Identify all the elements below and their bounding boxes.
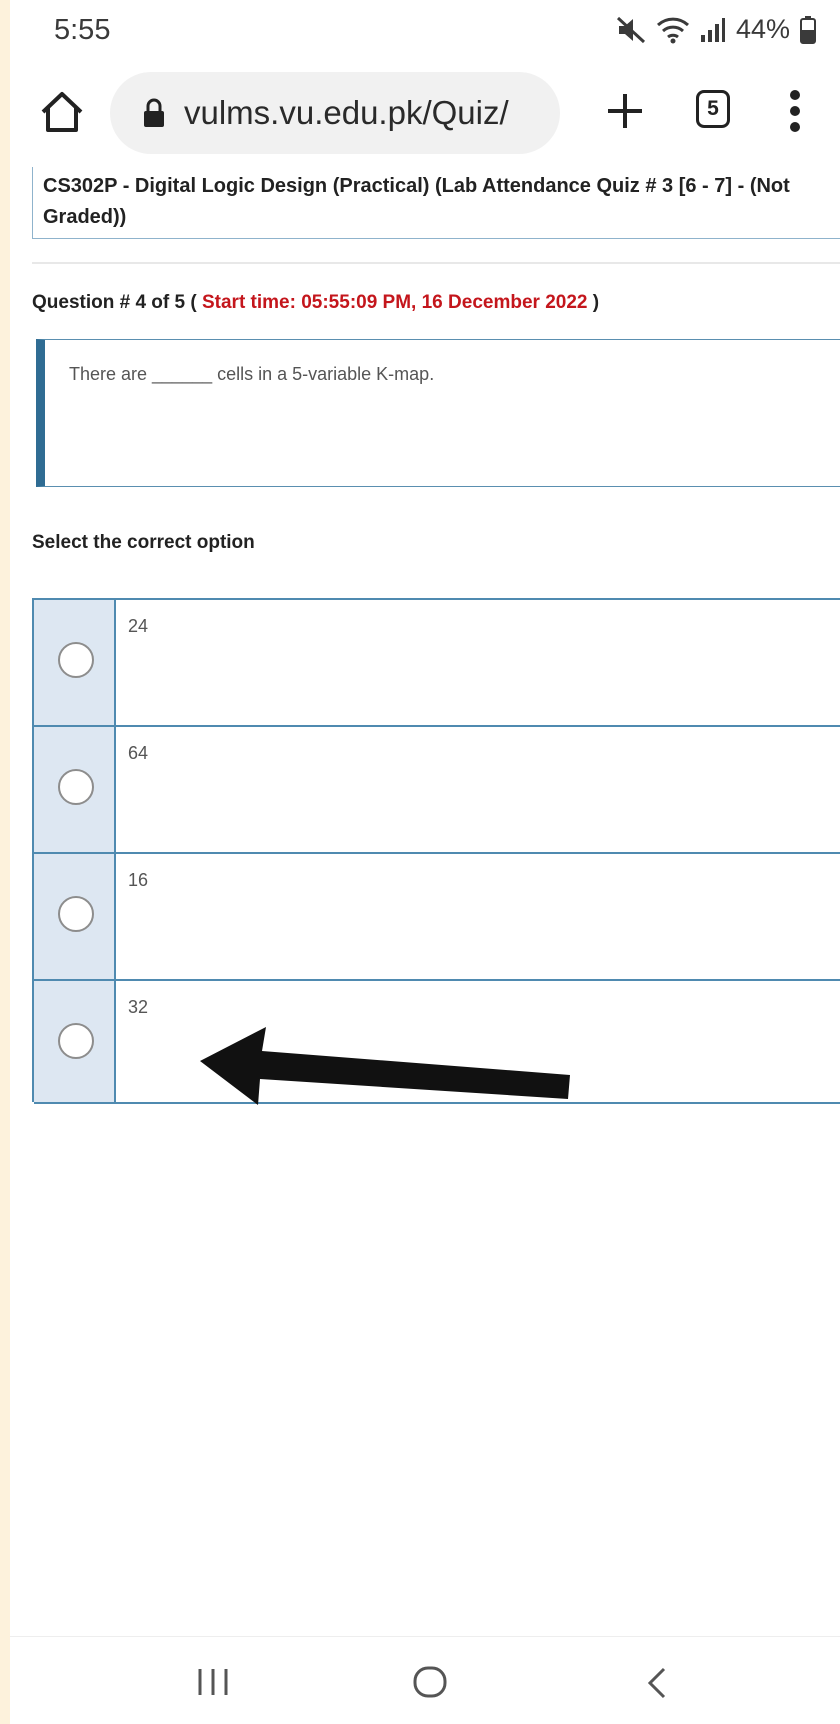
divider [32, 262, 840, 264]
battery-percent: 44% [735, 14, 790, 44]
option-label: 64 [128, 743, 149, 763]
option-row[interactable]: 24 [34, 600, 840, 727]
back-icon[interactable] [646, 1667, 668, 1704]
start-time: Start time: 05:55:09 PM, 16 December 202… [201, 292, 588, 313]
question-box: There are ______ cells in a 5-variable K… [36, 339, 840, 487]
option-radio[interactable] [58, 1023, 94, 1059]
question-header: Question # 4 of 5 ( Start time: 05:55:09… [32, 292, 599, 314]
url-text: vulms.vu.edu.pk/Quiz/ [184, 94, 509, 131]
plus-icon[interactable] [600, 86, 650, 136]
radio-cell [34, 854, 116, 979]
question-close: ) [592, 292, 600, 313]
phone-screen: 5:55 44% vulms.vu.edu.pk/Quiz/ 5 CS302P … [10, 0, 840, 1724]
tabs-icon[interactable]: 5 [696, 90, 730, 128]
arrow-annotation-icon [200, 1027, 580, 1112]
more-vert-icon[interactable] [788, 88, 802, 134]
mute-icon [616, 16, 646, 44]
option-label: 32 [128, 997, 149, 1017]
question-label: Question # 4 of 5 ( [32, 292, 197, 313]
option-label: 16 [128, 870, 149, 890]
lock-icon [142, 98, 166, 128]
navigation-bar [10, 1636, 840, 1724]
option-row[interactable]: 16 [34, 854, 840, 981]
recent-apps-icon[interactable] [196, 1667, 230, 1702]
browser-toolbar: vulms.vu.edu.pk/Quiz/ 5 [10, 62, 840, 166]
home-icon[interactable] [38, 88, 86, 136]
option-row[interactable]: 64 [34, 727, 840, 854]
radio-cell [34, 727, 116, 852]
option-radio[interactable] [58, 769, 94, 805]
address-bar[interactable]: vulms.vu.edu.pk/Quiz/ [110, 72, 560, 154]
quiz-title: CS302P - Digital Logic Design (Practical… [32, 167, 840, 239]
option-radio[interactable] [58, 896, 94, 932]
option-radio[interactable] [58, 642, 94, 678]
status-time: 5:55 [54, 14, 111, 46]
question-text: There are ______ cells in a 5-variable K… [69, 364, 435, 384]
home-circle-icon[interactable] [412, 1665, 448, 1704]
radio-cell [34, 981, 116, 1102]
radio-cell [34, 600, 116, 725]
wifi-icon [656, 16, 690, 44]
status-bar: 5:55 44% [10, 0, 840, 62]
status-icons: 44% [616, 14, 816, 45]
battery-icon [800, 15, 816, 44]
select-option-label: Select the correct option [32, 532, 255, 553]
option-label: 24 [128, 616, 149, 636]
signal-icon [700, 17, 726, 43]
